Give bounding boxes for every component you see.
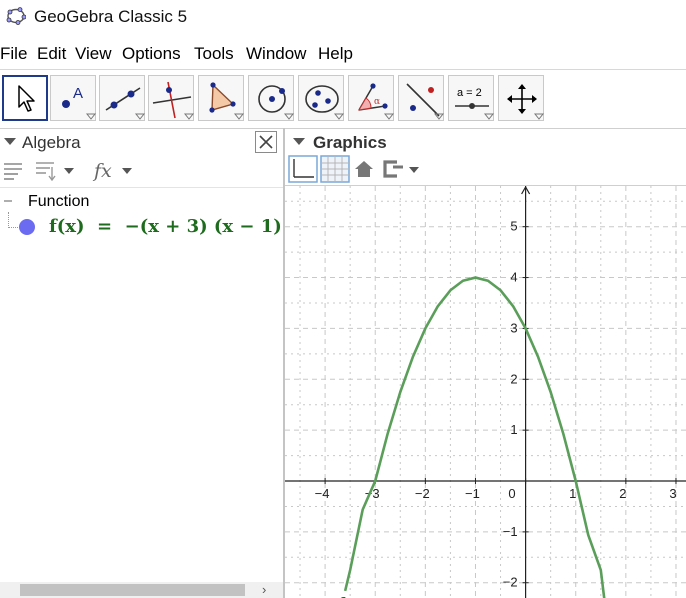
algebra-style-bar: fx xyxy=(0,154,283,188)
menu-view[interactable]: View xyxy=(75,44,112,64)
function-fx-icon[interactable]: fx xyxy=(92,158,138,182)
collapse-function-icon[interactable] xyxy=(2,195,14,207)
algebra-title: Algebra xyxy=(22,133,81,152)
sort-dropdown-icon[interactable] xyxy=(34,159,80,181)
menu-help[interactable]: Help xyxy=(318,44,353,64)
function-expression[interactable]: f(x) = −(x + 3) (x − 1) xyxy=(49,216,282,237)
tree-connector-h xyxy=(8,227,18,228)
scroll-right-arrow-icon[interactable]: › xyxy=(262,582,266,598)
y-tick-label: 2 xyxy=(510,371,517,386)
polygon-tool-button[interactable] xyxy=(198,75,245,121)
reflect-about-line-icon xyxy=(406,83,445,120)
home-icon[interactable] xyxy=(353,158,375,180)
x-tick-label: 1 xyxy=(569,486,576,501)
x-tick-label: 3 xyxy=(669,486,676,501)
slider-tool-button[interactable]: a = 2 xyxy=(448,75,495,121)
reflect-tool-button[interactable] xyxy=(398,75,445,121)
graphics-title: Graphics xyxy=(313,133,387,152)
show-axes-toggle-icon[interactable] xyxy=(288,155,318,183)
polygon-icon xyxy=(209,82,245,120)
angle-tool-button[interactable]: α xyxy=(348,75,395,121)
move-graphics-view-icon xyxy=(507,84,545,120)
point-capturing-dropdown-icon[interactable] xyxy=(381,158,423,180)
circle-tool-button[interactable] xyxy=(248,75,295,121)
window-title: GeoGebra Classic 5 xyxy=(34,7,188,26)
title-bar: GeoGebra Classic 5 xyxy=(0,0,686,36)
collapse-triangle-icon[interactable] xyxy=(293,138,305,145)
show-grid-toggle-icon[interactable] xyxy=(320,155,350,183)
close-icon xyxy=(259,135,273,149)
circle-center-point-icon xyxy=(258,85,295,120)
svg-text:A: A xyxy=(73,85,83,102)
cursor-arrow-icon xyxy=(18,85,35,112)
y-tick-label: 4 xyxy=(510,270,517,285)
point-tool-button[interactable]: A xyxy=(50,75,97,121)
x-tick-label: 2 xyxy=(619,486,626,501)
graphics-view[interactable]: −4−3−2−10123−2−112345f xyxy=(285,185,686,598)
menu-file[interactable]: File xyxy=(0,44,27,64)
text-align-icon[interactable] xyxy=(2,159,24,181)
collapse-triangle-icon[interactable] xyxy=(4,138,16,145)
ellipse-icon xyxy=(305,85,345,120)
menu-options[interactable]: Options xyxy=(122,44,181,64)
slider-tool-label: a = 2 xyxy=(457,87,482,99)
function-category-label: Function xyxy=(28,193,90,210)
menu-window[interactable]: Window xyxy=(246,44,306,64)
svg-text:α: α xyxy=(374,97,380,107)
menu-edit[interactable]: Edit xyxy=(37,44,66,64)
tree-connector xyxy=(8,212,9,228)
perpendicular-tool-button[interactable] xyxy=(148,75,195,121)
line-tool-button[interactable] xyxy=(99,75,146,121)
toolbar: A α a = 2 xyxy=(0,69,686,128)
angle-icon: α xyxy=(358,83,395,120)
close-algebra-button[interactable] xyxy=(255,131,277,153)
perpendicular-line-icon xyxy=(152,81,195,120)
y-tick-label: 1 xyxy=(510,422,517,437)
algebra-header: Algebra xyxy=(0,128,283,154)
geogebra-logo-icon xyxy=(6,7,26,25)
slider-icon: a = 2 xyxy=(455,87,495,120)
move-graphics-tool-button[interactable] xyxy=(498,75,545,121)
graphics-style-bar xyxy=(285,154,686,186)
move-tool-button[interactable] xyxy=(2,75,48,121)
y-tick-label: 3 xyxy=(510,320,517,335)
visibility-toggle-dot[interactable] xyxy=(19,219,35,235)
y-tick-label: −1 xyxy=(503,524,518,539)
x-tick-label: −4 xyxy=(315,486,330,501)
algebra-horizontal-scrollbar[interactable]: › xyxy=(0,582,283,598)
scrollbar-thumb[interactable] xyxy=(20,584,245,596)
x-tick-label: −1 xyxy=(465,486,480,501)
menu-bar: File Edit View Options Tools Window Help xyxy=(0,40,686,68)
line-through-points-icon xyxy=(105,87,146,120)
menu-tools[interactable]: Tools xyxy=(194,44,234,64)
x-tick-label: 0 xyxy=(508,486,515,501)
graphics-header: Graphics xyxy=(285,128,686,154)
ellipse-tool-button[interactable] xyxy=(298,75,345,121)
point-icon: A xyxy=(62,85,97,120)
graphics-canvas[interactable]: −4−3−2−10123−2−112345f xyxy=(285,185,686,598)
y-tick-label: −2 xyxy=(503,575,518,590)
x-tick-label: −2 xyxy=(415,486,430,501)
svg-text:fx: fx xyxy=(92,160,112,182)
y-tick-label: 5 xyxy=(510,219,517,234)
